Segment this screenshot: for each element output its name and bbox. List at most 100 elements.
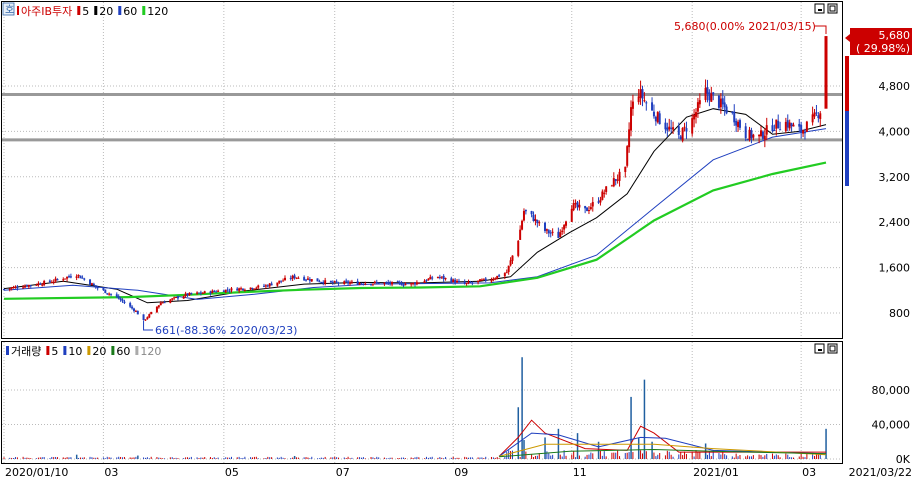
- volume-bar: [148, 458, 150, 459]
- volume-bar: [110, 457, 112, 459]
- candle-body: [761, 131, 764, 139]
- volume-bar: [655, 456, 657, 459]
- volume-bar: [292, 457, 294, 459]
- minimize-button[interactable]: [814, 3, 825, 14]
- volume-bar: [78, 457, 80, 459]
- volume-bar: [590, 452, 592, 459]
- candle-body: [131, 306, 134, 309]
- volume-bar: [773, 455, 775, 459]
- volume-bar: [605, 456, 607, 459]
- volume-minimize-button[interactable]: [814, 343, 825, 354]
- candle-body: [289, 278, 292, 280]
- candle-body: [396, 281, 399, 283]
- candle-body: [624, 166, 627, 172]
- candle-body: [738, 120, 741, 128]
- legend-swatch: [63, 346, 67, 355]
- candle-body: [685, 128, 688, 132]
- volume-bar: [454, 458, 456, 459]
- candle-body: [320, 282, 323, 284]
- volume-bar: [601, 455, 603, 459]
- candle-body: [173, 297, 176, 299]
- volume-bar: [225, 457, 227, 459]
- candle-body: [477, 280, 480, 283]
- volume-bar: [697, 452, 699, 459]
- volume-bar: [9, 457, 11, 459]
- volume-bar: [349, 458, 351, 459]
- candle-body: [347, 281, 350, 284]
- volume-bar: [102, 457, 104, 459]
- volume-bar: [578, 455, 580, 459]
- candle-body: [222, 290, 225, 292]
- volume-bar: [804, 457, 806, 459]
- candle-body: [436, 276, 439, 278]
- x-tick-label: 11: [573, 466, 587, 479]
- candle-body: [744, 126, 747, 139]
- volume-bar: [209, 457, 211, 459]
- candle-body: [628, 129, 631, 148]
- candle-body: [117, 296, 120, 299]
- legend-label: 60: [116, 345, 130, 358]
- candle-body: [276, 282, 279, 286]
- volume-bar: [504, 457, 506, 459]
- volume-bar: [305, 457, 307, 459]
- volume-bar: [789, 457, 791, 459]
- volume-bar: [196, 457, 198, 459]
- candle-body: [329, 280, 332, 283]
- candle-body: [630, 107, 633, 131]
- candle-body: [39, 283, 42, 285]
- candle-body: [494, 278, 497, 280]
- candle-body: [710, 93, 713, 102]
- volume-bar: [97, 457, 99, 459]
- maximize-button[interactable]: [827, 3, 838, 14]
- candle-body: [404, 283, 407, 286]
- y-tick-label: 4,800: [879, 80, 911, 93]
- volume-bar: [758, 454, 760, 459]
- volume-bar: [399, 458, 401, 459]
- candle-body: [618, 171, 621, 181]
- candle-body: [318, 281, 321, 283]
- volume-bar: [733, 457, 735, 459]
- volume-bar: [28, 457, 30, 459]
- volume-bar: [437, 457, 439, 459]
- volume-bar: [30, 458, 32, 459]
- volume-bar: [223, 458, 225, 459]
- x-tick-labels: 2020/01/10 03 05 07 09 11 2021/01 03: [5, 466, 816, 479]
- volume-bar: [685, 454, 687, 459]
- candle-body: [375, 282, 378, 284]
- candle-body: [616, 179, 619, 181]
- candle-body: [719, 98, 722, 108]
- candle-body: [824, 36, 828, 109]
- candle-body: [444, 278, 447, 280]
- candle-body: [469, 282, 472, 284]
- volume-bar: [334, 456, 336, 459]
- candle-body: [505, 272, 508, 274]
- candle-body: [603, 192, 606, 194]
- candle-body: [64, 278, 67, 280]
- volume-bar: [357, 457, 359, 459]
- volume-bar: [144, 457, 146, 459]
- candle-body: [96, 286, 99, 289]
- volume-bar: [479, 457, 481, 459]
- volume-bar: [624, 453, 626, 459]
- candle-body: [683, 126, 686, 128]
- volume-bar: [571, 454, 573, 459]
- candle-body: [427, 278, 430, 281]
- candle-body: [240, 288, 243, 290]
- volume-bar: [506, 451, 508, 459]
- volume-bar: [200, 457, 202, 459]
- candle-body: [721, 98, 724, 105]
- volume-bar: [626, 452, 628, 459]
- volume-bar: [297, 457, 299, 459]
- candle-body: [308, 279, 311, 281]
- candle-body: [110, 293, 113, 295]
- legend-label: 10: [68, 345, 82, 358]
- volume-maximize-button[interactable]: [827, 343, 838, 354]
- candle-body: [664, 122, 667, 130]
- candle-body: [56, 279, 59, 281]
- candle-body: [597, 201, 600, 203]
- volume-bar: [414, 457, 416, 459]
- candle-body: [599, 199, 602, 203]
- candle-body: [733, 111, 736, 123]
- volume-bar: [619, 456, 621, 459]
- candle-body: [442, 275, 445, 280]
